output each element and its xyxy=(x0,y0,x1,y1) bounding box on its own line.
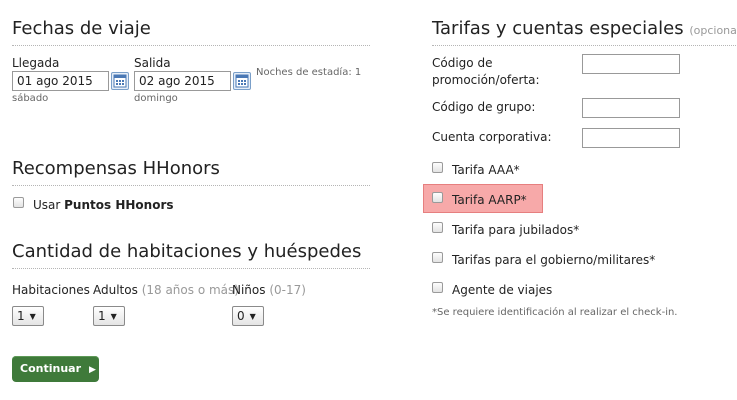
group-code-label: Código de grupo: xyxy=(432,100,536,114)
aaa-rate-checkbox[interactable] xyxy=(432,162,443,173)
rewards-heading: Recompensas HHonors xyxy=(12,158,220,179)
nights-count: Noches de estadía: 1 xyxy=(256,67,362,78)
promo-code-label-line2: promoción/oferta: xyxy=(432,73,540,87)
government-rate-checkbox[interactable] xyxy=(432,252,443,263)
group-code-input[interactable] xyxy=(582,98,680,118)
continue-button[interactable]: Continuar ▶ xyxy=(12,356,99,382)
id-required-footnote: *Se requiere identificación al realizar … xyxy=(432,307,678,318)
senior-rate-label: Tarifa para jubilados* xyxy=(452,223,580,237)
corporate-account-label: Cuenta corporativa: xyxy=(432,130,552,144)
optional-note: (opcional) xyxy=(689,24,737,37)
travel-agent-checkbox[interactable] xyxy=(432,282,443,293)
divider xyxy=(432,45,736,46)
arrival-weekday: sábado xyxy=(12,93,49,104)
aarp-rate-checkbox[interactable] xyxy=(432,192,443,203)
senior-rate-checkbox[interactable] xyxy=(432,222,443,233)
use-points-label: Usar Puntos HHonors xyxy=(33,198,174,212)
aarp-rate-label: Tarifa AARP* xyxy=(452,193,527,207)
rooms-guests-heading: Cantidad de habitaciones y huéspedes xyxy=(12,241,362,262)
arrival-date-field[interactable]: 01 ago 2015 xyxy=(12,71,109,91)
departure-label: Salida xyxy=(134,56,171,70)
divider xyxy=(12,185,370,186)
special-rates-heading: Tarifas y cuentas especiales (opcional) xyxy=(432,18,737,39)
departure-date-field[interactable]: 02 ago 2015 xyxy=(134,71,231,91)
divider xyxy=(12,268,370,269)
government-rate-label: Tarifas para el gobierno/militares* xyxy=(452,253,656,267)
promo-code-label-line1: Código de xyxy=(432,56,493,70)
use-points-checkbox[interactable] xyxy=(13,197,24,208)
arrival-calendar-icon[interactable] xyxy=(111,72,129,90)
rooms-select[interactable]: 1 ▼ xyxy=(12,306,44,326)
corporate-account-input[interactable] xyxy=(582,128,680,148)
children-label: Niños (0-17) xyxy=(232,283,306,297)
children-select[interactable]: 0 ▼ xyxy=(232,306,264,326)
departure-weekday: domingo xyxy=(134,93,178,104)
arrival-label: Llegada xyxy=(12,56,60,70)
adults-label: Adultos (18 años o más) xyxy=(93,283,239,297)
aaa-rate-label: Tarifa AAA* xyxy=(452,163,520,177)
promo-code-input[interactable] xyxy=(582,54,680,74)
divider xyxy=(12,45,370,46)
travel-dates-heading: Fechas de viaje xyxy=(12,18,151,39)
adults-select[interactable]: 1 ▼ xyxy=(93,306,125,326)
departure-calendar-icon[interactable] xyxy=(233,72,251,90)
travel-agent-label: Agente de viajes xyxy=(452,283,553,297)
rooms-label: Habitaciones xyxy=(12,283,90,297)
